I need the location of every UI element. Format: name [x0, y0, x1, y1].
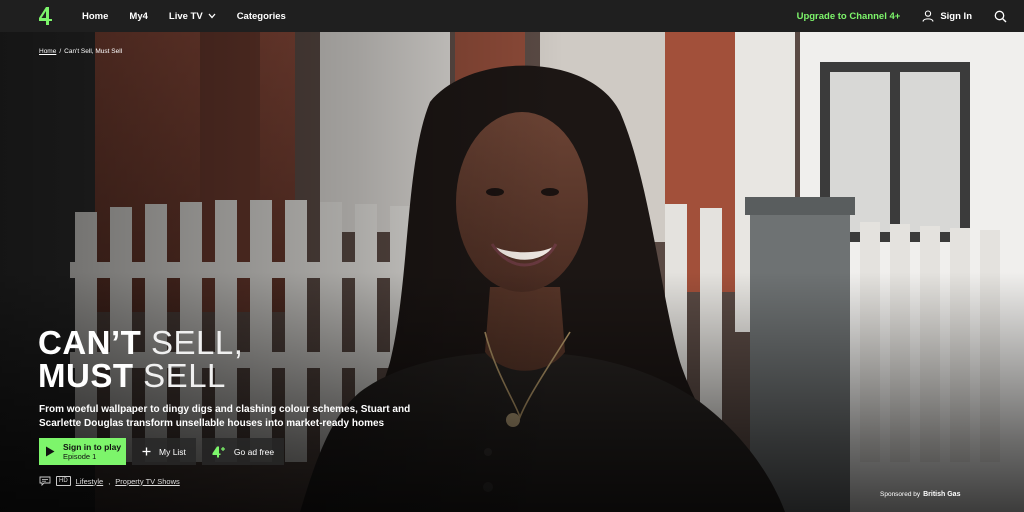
play-icon: [46, 446, 55, 457]
channel-4-plus-icon: [212, 446, 225, 457]
nav-my4-label: My4: [129, 10, 148, 22]
go-ad-free-label: Go ad free: [233, 446, 275, 457]
sponsor-prefix: Sponsored by: [880, 491, 921, 498]
category-separator: ,: [108, 476, 111, 486]
nav-categories[interactable]: Categories: [237, 11, 286, 22]
plus-icon: [142, 447, 151, 456]
show-meta: HD Lifestyle, Property TV Shows: [39, 476, 180, 486]
nav-categories-label: Categories: [236, 10, 286, 22]
subtitles-icon: [39, 476, 51, 486]
channel-4-logo-icon[interactable]: [38, 6, 56, 26]
title-line2-light: SELL: [143, 357, 226, 394]
title-line1-light: SELL,: [151, 324, 244, 361]
hd-badge: HD: [56, 476, 71, 486]
play-sublabel: Episode 1: [63, 451, 97, 461]
breadcrumb: Home / Can't Sell, Must Sell: [39, 48, 122, 55]
nav-live-tv-label: Live TV: [168, 10, 203, 22]
category-link-lifestyle[interactable]: Lifestyle: [76, 477, 104, 486]
go-ad-free-button[interactable]: Go ad free: [201, 438, 285, 465]
my-list-button[interactable]: My List: [132, 438, 196, 465]
show-description: From woeful wallpaper to dingy digs and …: [39, 404, 411, 429]
nav-home-label: Home: [82, 10, 109, 22]
nav-live-tv[interactable]: Live TV: [169, 11, 216, 22]
sponsor-brand: British Gas: [923, 491, 961, 498]
action-buttons: Sign in to play Episode 1 My List Go ad …: [39, 438, 285, 465]
hero-banner: Home / Can't Sell, Must Sell CAN’T SELL,…: [0, 32, 1024, 512]
sign-in-button[interactable]: Sign In: [922, 10, 972, 22]
nav-my4[interactable]: My4: [129, 11, 147, 22]
breadcrumb-home-link[interactable]: Home: [39, 48, 56, 55]
title-line2-bold: MUST: [38, 357, 134, 394]
upgrade-link[interactable]: Upgrade to Channel 4+: [797, 11, 901, 22]
user-icon: [922, 10, 934, 22]
play-label: Sign in to play: [63, 441, 122, 452]
sign-in-label: Sign In: [940, 10, 972, 22]
nav-home[interactable]: Home: [82, 11, 108, 22]
play-button-labels: Sign in to play Episode 1: [63, 442, 121, 462]
top-navigation: Home My4 Live TV Categories Upgrade to C…: [0, 0, 1024, 32]
breadcrumb-separator: /: [59, 48, 62, 55]
chevron-down-icon: [208, 13, 216, 19]
search-icon[interactable]: [994, 9, 1008, 23]
breadcrumb-current: Can't Sell, Must Sell: [64, 48, 123, 55]
category-link-property-tv-shows[interactable]: Property TV Shows: [115, 477, 179, 486]
sponsor-credit: Sponsored by British Gas: [880, 491, 960, 498]
show-title: CAN’T SELL, MUST SELL: [38, 326, 243, 392]
title-line1-bold: CAN’T: [38, 324, 142, 361]
sign-in-to-play-button[interactable]: Sign in to play Episode 1: [39, 438, 126, 465]
my-list-label: My List: [159, 446, 186, 457]
